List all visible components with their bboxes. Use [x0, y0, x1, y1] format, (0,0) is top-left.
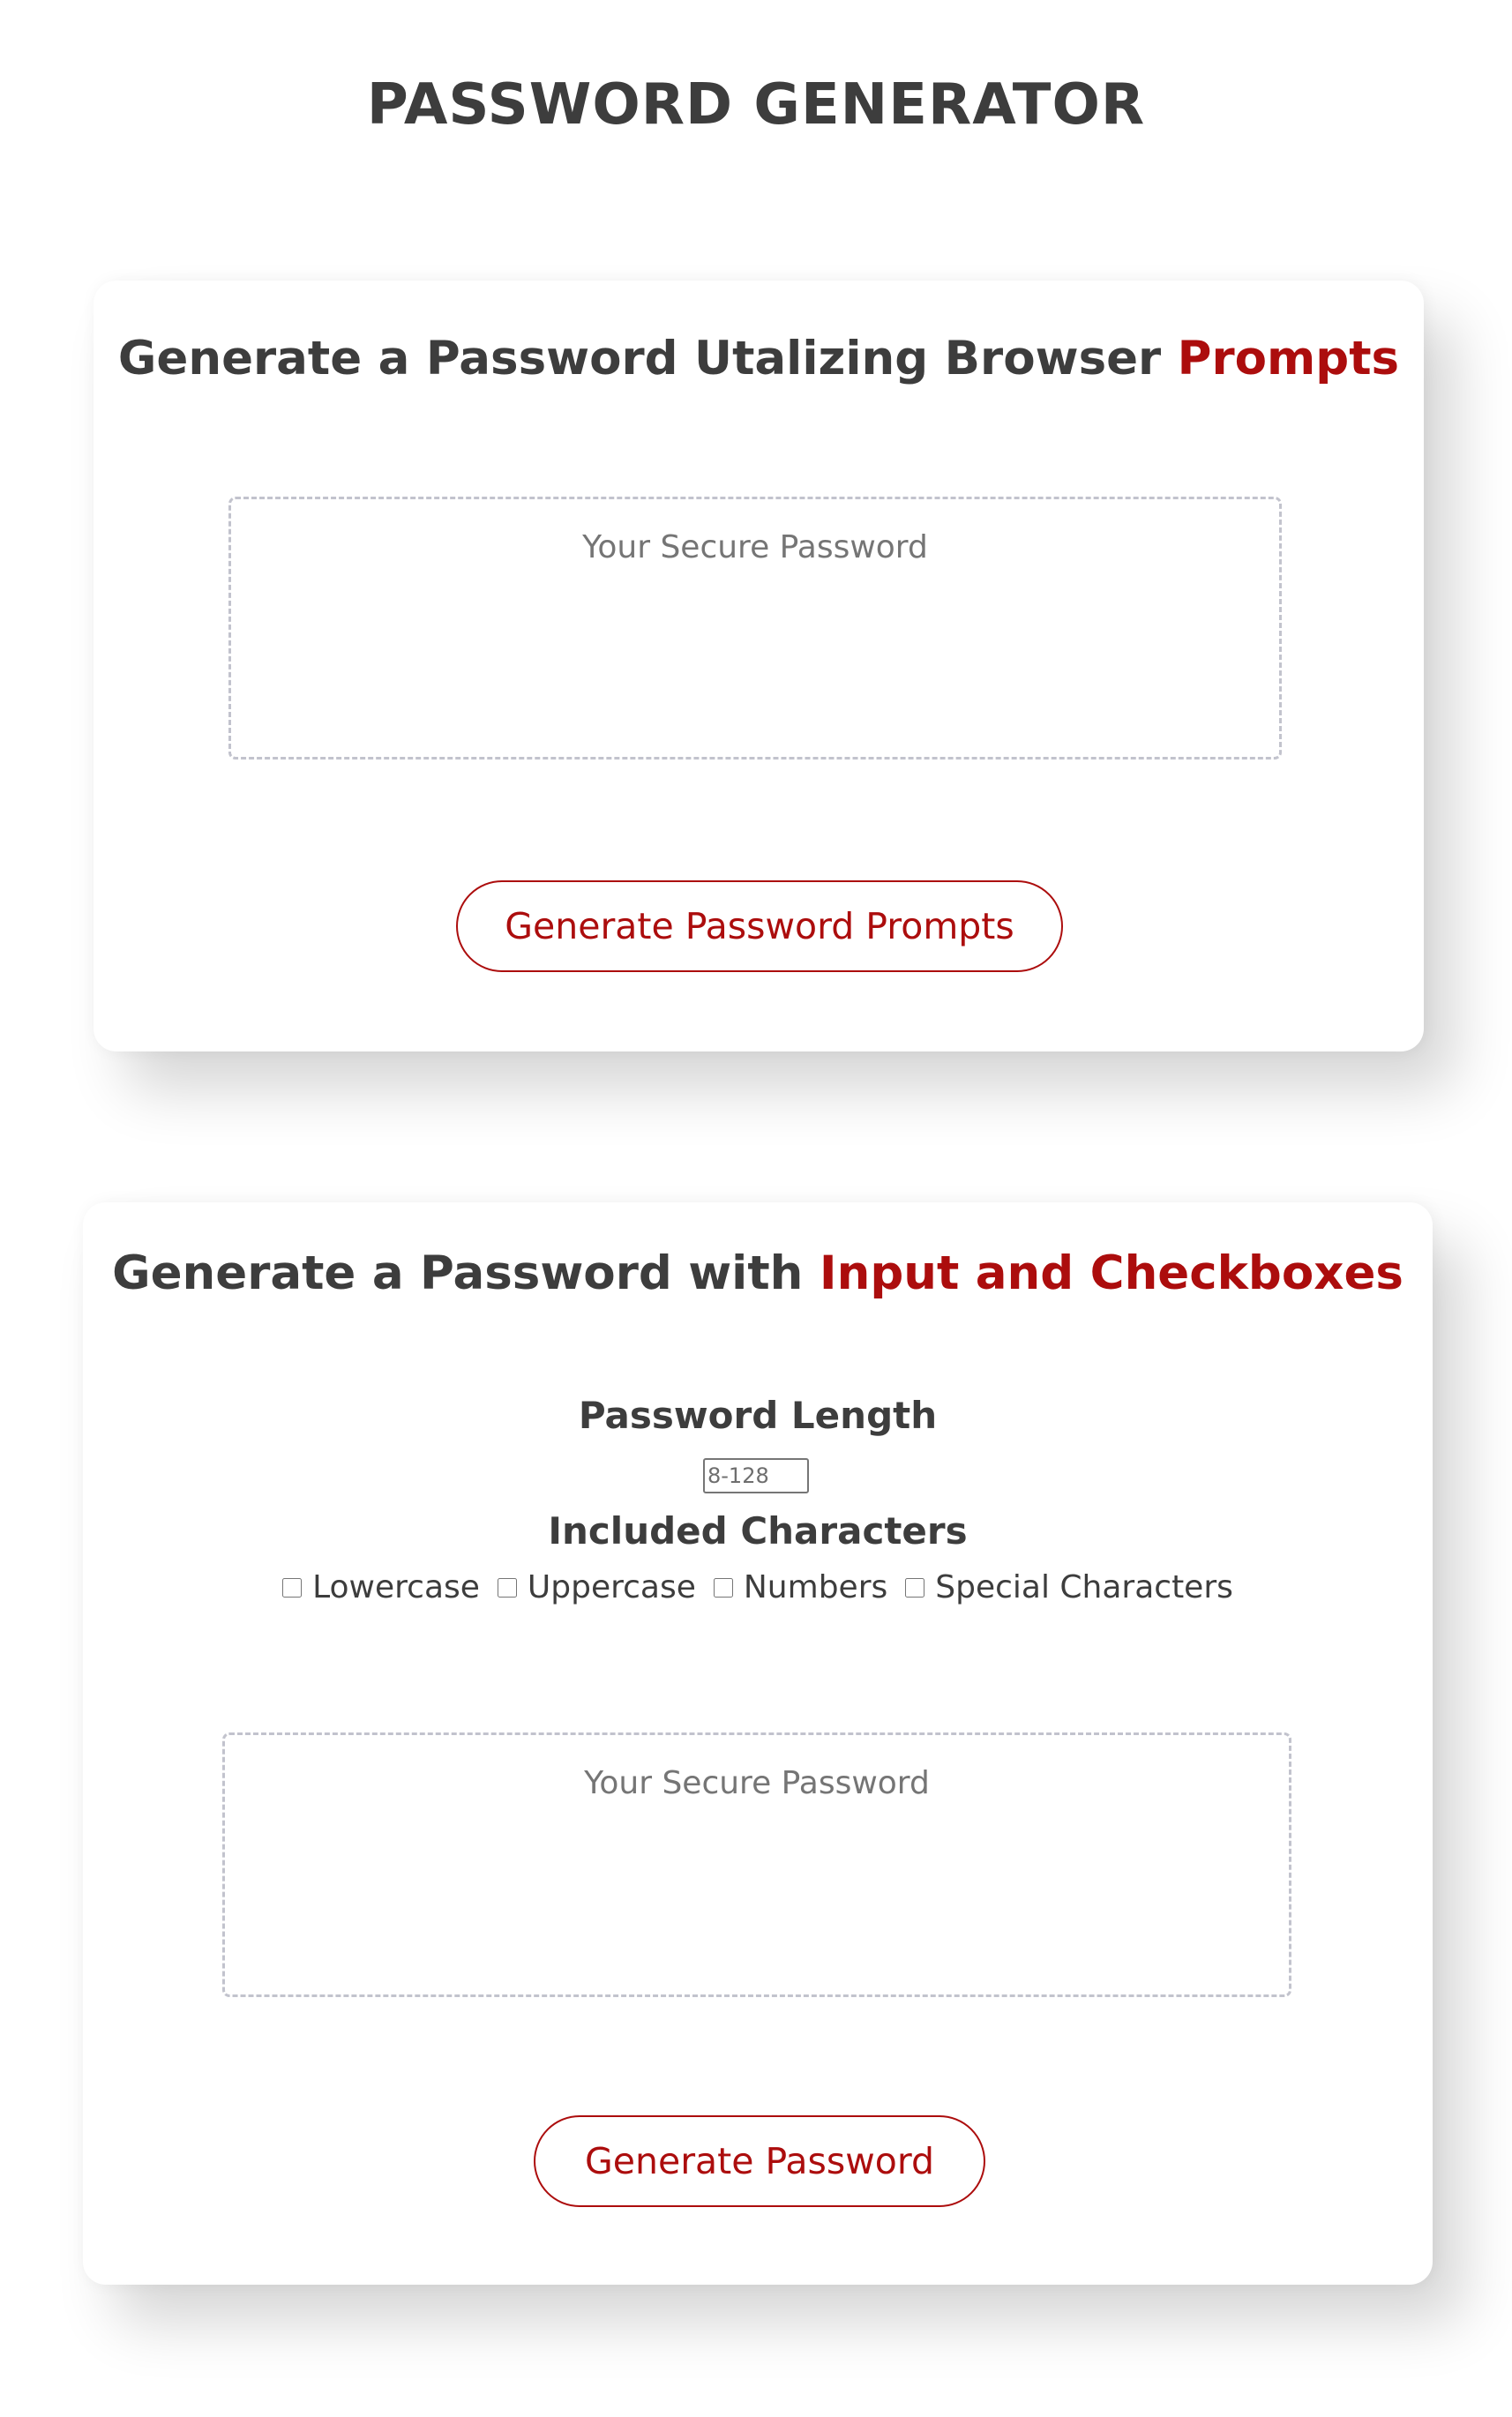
- checkbox-card-heading-text: Generate a Password with: [112, 1246, 804, 1300]
- numbers-option[interactable]: Numbers: [713, 1569, 888, 1605]
- lowercase-label: Lowercase: [312, 1569, 480, 1605]
- checkbox-card-heading: Generate a Password with Input and Check…: [83, 1246, 1433, 1300]
- prompts-card-heading: Generate a Password Utalizing Browser Pr…: [94, 332, 1424, 385]
- prompts-card: Generate a Password Utalizing Browser Pr…: [94, 281, 1424, 1051]
- password-length-label: Password Length: [578, 1394, 938, 1437]
- prompts-card-heading-text: Generate a Password Utalizing Browser: [117, 332, 1162, 385]
- checkbox-password-output[interactable]: [222, 1732, 1291, 1997]
- special-characters-label: Special Characters: [935, 1569, 1233, 1605]
- special-characters-checkbox[interactable]: [905, 1577, 925, 1598]
- numbers-label: Numbers: [743, 1569, 888, 1605]
- lowercase-checkbox[interactable]: [282, 1577, 303, 1598]
- generate-password-button[interactable]: Generate Password: [534, 2115, 985, 2207]
- prompts-password-output[interactable]: [228, 497, 1282, 760]
- uppercase-label: Uppercase: [527, 1569, 696, 1605]
- lowercase-option[interactable]: Lowercase: [282, 1569, 480, 1605]
- character-options: Lowercase Uppercase Numbers Special Char…: [83, 1569, 1433, 1605]
- generate-password-prompts-button[interactable]: Generate Password Prompts: [456, 880, 1063, 972]
- numbers-checkbox[interactable]: [713, 1577, 733, 1598]
- page-title: PASSWORD GENERATOR: [366, 72, 1146, 138]
- uppercase-option[interactable]: Uppercase: [497, 1569, 696, 1605]
- included-characters-label: Included Characters: [548, 1509, 968, 1553]
- password-length-input[interactable]: [703, 1458, 809, 1493]
- special-characters-option[interactable]: Special Characters: [905, 1569, 1233, 1605]
- uppercase-checkbox[interactable]: [497, 1577, 517, 1598]
- checkbox-card: Generate a Password with Input and Check…: [83, 1202, 1433, 2285]
- checkbox-card-heading-accent: Input and Checkboxes: [819, 1246, 1403, 1300]
- prompts-card-heading-accent: Prompts: [1177, 332, 1400, 385]
